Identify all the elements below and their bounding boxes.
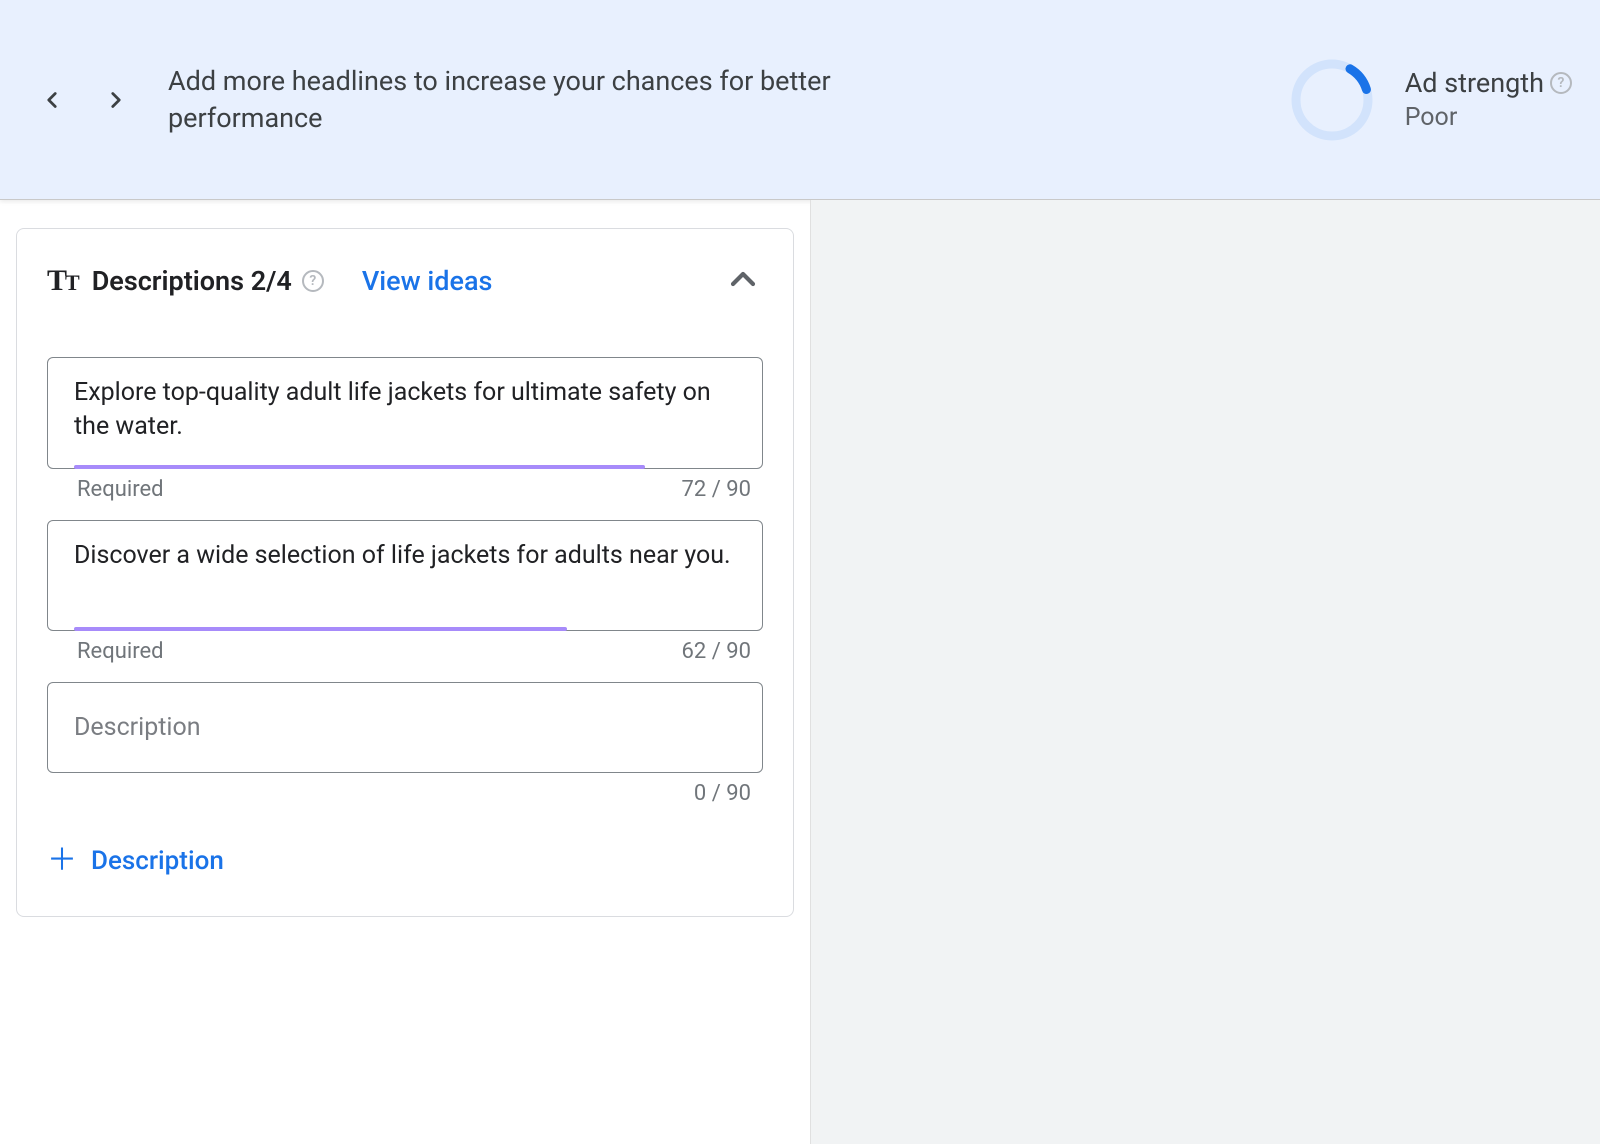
- description-field: Description 0 / 90: [47, 682, 763, 806]
- description-input[interactable]: [47, 520, 763, 632]
- description-textarea[interactable]: [74, 539, 736, 607]
- chevron-up-icon: [723, 259, 763, 299]
- text-format-icon: TT: [47, 264, 78, 298]
- ad-strength: Ad strength ? Poor: [1287, 55, 1572, 145]
- suggestion-banner: Add more headlines to increase your chan…: [0, 0, 1600, 200]
- card-title: Descriptions 2/4: [92, 265, 292, 297]
- chevron-right-icon: [103, 87, 129, 113]
- char-count: 0 / 90: [694, 781, 751, 806]
- ad-strength-label: Ad strength: [1405, 67, 1544, 99]
- required-label: Required: [77, 639, 164, 664]
- view-ideas-link[interactable]: View ideas: [362, 265, 493, 297]
- prev-button[interactable]: [20, 68, 84, 132]
- next-button[interactable]: [84, 68, 148, 132]
- char-count: 72 / 90: [682, 477, 751, 502]
- collapse-button[interactable]: [723, 259, 763, 303]
- help-icon[interactable]: ?: [1550, 72, 1572, 94]
- ad-strength-ring-icon: [1287, 55, 1377, 145]
- progress-underline: [74, 465, 645, 469]
- help-icon[interactable]: ?: [302, 270, 324, 292]
- descriptions-card: TT Descriptions 2/4 ? View ideas: [16, 228, 794, 917]
- progress-underline: [74, 627, 567, 631]
- add-description-label: Description: [91, 846, 224, 876]
- ad-strength-value: Poor: [1405, 103, 1572, 132]
- plus-icon: ＋: [47, 846, 77, 876]
- description-field: Required 72 / 90: [47, 357, 763, 502]
- description-input[interactable]: [47, 357, 763, 469]
- required-label: Required: [77, 477, 164, 502]
- description-field: Required 62 / 90: [47, 520, 763, 665]
- banner-nav: [20, 68, 148, 132]
- description-input[interactable]: Description: [47, 682, 763, 773]
- add-description-button[interactable]: ＋ Description: [47, 846, 763, 876]
- banner-message: Add more headlines to increase your chan…: [168, 63, 948, 136]
- chevron-left-icon: [39, 87, 65, 113]
- char-count: 62 / 90: [682, 639, 751, 664]
- description-placeholder: Description: [74, 713, 201, 742]
- preview-panel: [810, 200, 1600, 1144]
- description-textarea[interactable]: [74, 376, 736, 444]
